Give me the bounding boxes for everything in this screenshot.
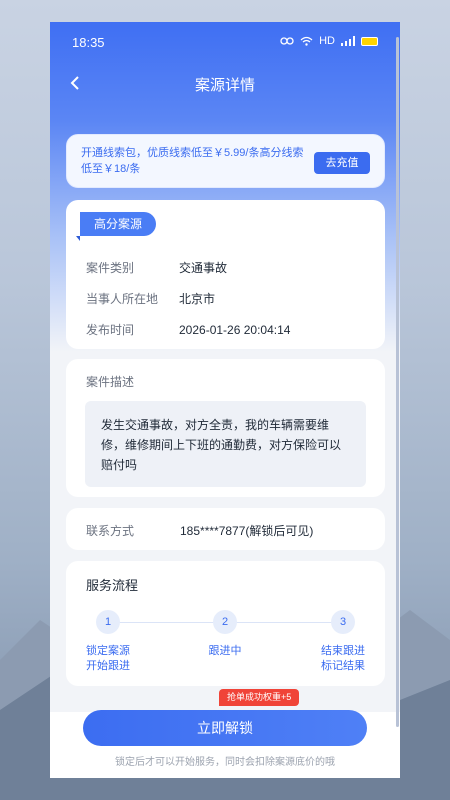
- promo-banner: 开通线索包，优质线索低至￥5.99/条高分线索低至￥18/条 去充值: [66, 134, 385, 188]
- info-row-publish-time: 发布时间 2026-01-26 20:04:14: [86, 321, 290, 338]
- step-1-label: 锁定案源 开始跟进: [78, 644, 138, 674]
- flow-title: 服务流程: [86, 578, 139, 593]
- info-label: 发布时间: [86, 323, 135, 337]
- step-1-line1: 锁定案源: [86, 645, 130, 657]
- contact-card: 联系方式 185****7877(解锁后可见): [66, 508, 385, 550]
- unlock-now-button[interactable]: 立即解锁: [83, 710, 367, 746]
- nav-bar: 案源详情: [50, 62, 400, 106]
- service-flow-card: 服务流程 1 2 3 锁定案源 开始跟进 跟进中 结束跟进 标记结果: [66, 561, 385, 686]
- case-description-card: 案件描述 发生交通事故，对方全责，我的车辆需要维修，维修期间上下班的通勤费，对方…: [66, 359, 385, 497]
- info-value: 2026-01-26 20:04:14: [179, 323, 291, 337]
- step-3-circle: 3: [331, 610, 355, 634]
- step-3-line2: 标记结果: [321, 660, 365, 672]
- info-value: 北京市: [179, 292, 216, 306]
- step-2-line1: 跟进中: [208, 645, 242, 657]
- step-1-line2: 开始跟进: [86, 660, 130, 672]
- description-text: 发生交通事故，对方全责，我的车辆需要维修，维修期间上下班的通勤费，对方保险可以赔…: [85, 401, 366, 487]
- weight-bonus-badge: 抢单成功权重+5: [219, 689, 300, 706]
- recharge-button[interactable]: 去充值: [314, 152, 370, 174]
- promo-text: 开通线索包，优质线索低至￥5.99/条高分线索低至￥18/条: [81, 147, 304, 175]
- signal-icon: [341, 36, 355, 46]
- network-type: HD: [319, 35, 335, 47]
- case-info-card: 高分案源 案件类别 交通事故 当事人所在地 北京市 发布时间 2026-01-26 2…: [66, 200, 385, 349]
- info-row-category: 案件类别 交通事故: [86, 259, 227, 276]
- status-time: 18:35: [72, 35, 105, 50]
- step-3-line1: 结束跟进: [321, 645, 365, 657]
- step-2-label: 跟进中: [195, 644, 255, 659]
- description-title: 案件描述: [86, 375, 135, 389]
- high-score-tag: 高分案源: [75, 212, 157, 241]
- info-value: 交通事故: [179, 261, 228, 275]
- unlock-hint: 锁定后才可以开始服务，同时会扣除案源底价的哦: [115, 757, 335, 768]
- wifi-icon: [300, 36, 313, 46]
- info-label: 案件类别: [86, 261, 135, 275]
- info-label: 当事人所在地: [86, 292, 159, 306]
- contact-label: 联系方式: [86, 524, 135, 538]
- phone-screen: 18:35 HD 案源详情 开通线索包，优质线索低至￥5.99/条高分线索低至￥…: [50, 22, 400, 778]
- contact-value: 185****7877(解锁后可见): [180, 524, 314, 538]
- status-bar: 18:35 HD: [50, 22, 400, 62]
- step-2-circle: 2: [213, 610, 237, 634]
- link-icon: [280, 37, 294, 45]
- battery-icon: [361, 36, 378, 46]
- info-row-location: 当事人所在地 北京市: [86, 290, 215, 307]
- step-1-circle: 1: [96, 610, 120, 634]
- status-icons: HD: [280, 35, 378, 47]
- step-3-label: 结束跟进 标记结果: [313, 644, 373, 674]
- page-title: 案源详情: [194, 77, 255, 94]
- scrollbar[interactable]: [396, 37, 399, 727]
